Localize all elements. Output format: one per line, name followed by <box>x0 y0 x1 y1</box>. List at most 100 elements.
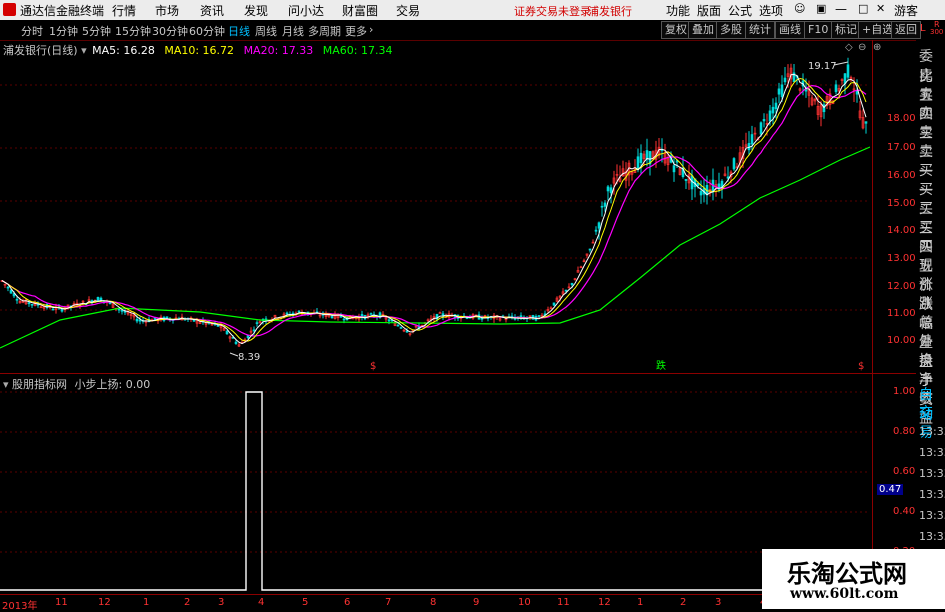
ma20-line <box>1 84 867 337</box>
statistics-button[interactable]: 统计 <box>745 21 775 39</box>
candle-body <box>804 89 808 92</box>
candle-body <box>762 119 766 122</box>
low-price-label: 8.39 <box>238 352 260 363</box>
tab-15min[interactable]: 15分钟 <box>115 23 151 39</box>
candle-body <box>51 308 55 311</box>
menu-market[interactable]: 市场 <box>155 2 179 19</box>
candle-body <box>297 310 301 313</box>
date-tick: 3 <box>218 597 225 608</box>
candle-body <box>120 310 124 312</box>
menu-layout[interactable]: 版面 <box>697 2 721 19</box>
candle-body <box>600 205 604 208</box>
tab-1min[interactable]: 1分钟 <box>49 23 78 39</box>
date-tick: 11 <box>55 597 68 608</box>
multi-stock-button[interactable]: 多股 <box>716 21 746 39</box>
date-tick: 6 <box>344 597 351 608</box>
candle-body <box>672 165 676 173</box>
price-tick: 15.00 <box>887 198 916 209</box>
tab-30min[interactable]: 30分钟 <box>152 23 188 39</box>
menu-formula[interactable]: 公式 <box>728 2 752 19</box>
guest-user[interactable]: 游客 <box>894 2 918 19</box>
fall-marker: 跌 <box>656 359 666 372</box>
candle-body <box>597 222 601 229</box>
date-tick: 8 <box>430 597 437 608</box>
menu-ask[interactable]: 问小达 <box>288 2 324 19</box>
indicator-tick: 0.80 <box>893 426 916 437</box>
candle-body <box>399 327 403 329</box>
candle-body <box>777 88 781 95</box>
tab-daily[interactable]: 日线 <box>228 23 250 39</box>
price-tick: 16.00 <box>887 170 916 181</box>
candle-body <box>108 302 112 305</box>
overlay-button[interactable]: 叠加 <box>688 21 718 39</box>
candle-body <box>609 187 613 194</box>
indicator-chart[interactable] <box>0 374 870 594</box>
trade-time: 13:33 <box>919 425 945 438</box>
tab-more[interactable]: 更多 <box>345 23 367 39</box>
candle-body <box>405 330 409 333</box>
draw-line-button[interactable]: 画线 <box>775 21 805 39</box>
candle-body <box>639 152 643 163</box>
indicator-line <box>0 391 870 591</box>
signal-marker: $ <box>858 361 864 372</box>
restore-rights-button[interactable]: 复权 <box>661 21 691 39</box>
date-tick: 2 <box>184 597 191 608</box>
maximize-icon[interactable]: □ <box>858 2 868 15</box>
candle-body <box>27 302 31 305</box>
tab-5min[interactable]: 5分钟 <box>82 23 111 39</box>
more-chevron-icon[interactable]: › <box>369 23 373 36</box>
candle-body <box>396 324 400 327</box>
candle-body <box>771 106 775 114</box>
candle-body <box>15 298 19 301</box>
close-icon[interactable]: ✕ <box>876 2 885 15</box>
tab-multi-period[interactable]: 多周期 <box>308 23 341 39</box>
current-indicator-value: 0.47 <box>877 484 904 495</box>
quote-sidebar: L R 300 委比 卖五 卖四 卖三 卖二 卖一 买一 买二 买三 买四 买五 现价 涨跌 涨幅 总量 外盘… <box>916 20 945 609</box>
menu-options[interactable]: 选项 <box>759 2 783 19</box>
f10-button[interactable]: F10 <box>804 21 833 39</box>
candle-body <box>234 341 238 344</box>
menu-discover[interactable]: 发现 <box>244 2 268 19</box>
menu-news[interactable]: 资讯 <box>200 2 224 19</box>
mark-button[interactable]: 标记 <box>831 21 861 39</box>
tab-weekly[interactable]: 周线 <box>255 23 277 39</box>
user-icon[interactable]: ☺ <box>794 2 805 15</box>
lock-icon[interactable]: ▣ <box>816 2 826 15</box>
signal-marker: $ <box>370 361 376 372</box>
indicator-tick: 1.00 <box>893 386 916 397</box>
candle-body <box>645 150 649 160</box>
kline-chart[interactable]: 19.17 8.39 $ 跌 $ <box>0 40 870 373</box>
menu-function[interactable]: 功能 <box>666 2 690 19</box>
trade-login-status[interactable]: 证券交易未登录 <box>514 3 591 19</box>
candle-body <box>606 186 610 192</box>
menu-trade[interactable]: 交易 <box>396 2 420 19</box>
price-axis: 18.00 17.00 16.00 15.00 14.00 13.00 12.0… <box>872 40 917 373</box>
candle-body <box>603 202 607 207</box>
minimize-icon[interactable]: — <box>835 2 847 16</box>
trade-time: 13:33 <box>919 467 945 480</box>
high-annotation: 19.17 <box>808 61 849 72</box>
trade-time: 13:33 <box>919 446 945 459</box>
indicator-grid <box>0 391 870 553</box>
tab-60min[interactable]: 60分钟 <box>189 23 225 39</box>
candle-body <box>339 315 343 318</box>
ma5-line <box>1 73 867 345</box>
back-button[interactable]: 返回 <box>891 21 921 39</box>
trade-time: 13:33 <box>919 488 945 501</box>
candle-body <box>255 322 259 324</box>
candle-body <box>537 315 541 317</box>
ma10-line <box>1 77 867 342</box>
menu-quotes[interactable]: 行情 <box>112 2 136 19</box>
candle-body <box>30 303 34 306</box>
price-grid <box>0 84 870 311</box>
sidebar-l-label[interactable]: L <box>920 23 926 34</box>
candle-body <box>564 289 568 292</box>
menu-wealth[interactable]: 财富圈 <box>342 2 378 19</box>
high-price-label: 19.17 <box>808 61 837 72</box>
tab-monthly[interactable]: 月线 <box>282 23 304 39</box>
candle-body <box>165 316 169 319</box>
tab-timeshare[interactable]: 分时 <box>21 23 43 39</box>
candle-body <box>684 178 688 181</box>
candle-body <box>117 308 121 311</box>
candle-body <box>387 319 391 322</box>
